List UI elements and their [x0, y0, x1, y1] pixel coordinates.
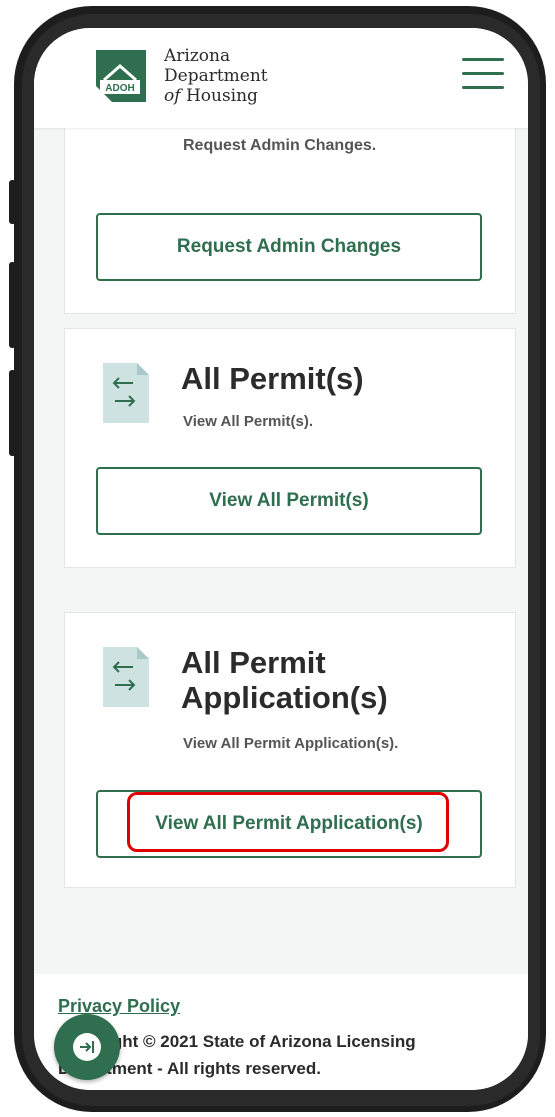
card-title: All Permit(s) [181, 361, 364, 396]
card-title-line1: All Permit [181, 645, 326, 680]
logo-abbr: ADOH [105, 83, 134, 94]
adoh-logo-icon[interactable]: ADOH [90, 46, 152, 106]
all-permits-card: All Permit(s) View All Permit(s). View A… [64, 328, 516, 568]
accessibility-fab-button[interactable] [54, 1014, 120, 1080]
phone-volume-up-button [9, 262, 16, 348]
request-admin-changes-button[interactable]: Request Admin Changes [96, 213, 482, 281]
logo-line3: of Housing [164, 86, 268, 106]
logo-line3-prefix: of [164, 86, 181, 106]
app-header: ADOH Arizona Department of Housing [34, 28, 528, 128]
footer: Privacy Policy Copyright © 2021 State of… [34, 974, 528, 1090]
logo-text: Arizona Department of Housing [164, 46, 268, 106]
screen: ADOH Arizona Department of Housing Reque… [34, 28, 528, 1090]
copyright-line1: Copyright © 2021 State of Arizona Licens… [58, 1032, 416, 1051]
phone-volume-down-button [9, 370, 16, 456]
all-permit-applications-card: All Permit Application(s) View All Permi… [64, 612, 516, 888]
card-title-line2: Application(s) [181, 680, 388, 715]
copyright-line2: Department - All rights reserved. [58, 1059, 321, 1078]
arrow-right-to-bar-icon [73, 1033, 101, 1061]
document-swap-icon [103, 647, 149, 707]
card-title: All Permit Application(s) [181, 645, 388, 715]
admin-changes-card: Request Admin Changes. Request Admin Cha… [64, 124, 516, 314]
card-description: View All Permit Application(s). [183, 735, 399, 752]
copyright-text: Copyright © 2021 State of Arizona Licens… [58, 1028, 478, 1082]
logo-line1: Arizona [164, 46, 231, 66]
view-all-permit-applications-button[interactable]: View All Permit Application(s) [96, 790, 482, 858]
logo-line3-suffix: Housing [185, 86, 258, 106]
privacy-policy-link[interactable]: Privacy Policy [58, 996, 180, 1017]
document-swap-icon [103, 363, 149, 423]
phone-side-button [9, 180, 16, 224]
view-all-permits-button[interactable]: View All Permit(s) [96, 467, 482, 535]
card-description: Request Admin Changes. [183, 137, 377, 154]
card-description: View All Permit(s). [183, 413, 314, 430]
logo-line2: Department [164, 66, 268, 86]
hamburger-menu-icon[interactable] [462, 58, 506, 94]
